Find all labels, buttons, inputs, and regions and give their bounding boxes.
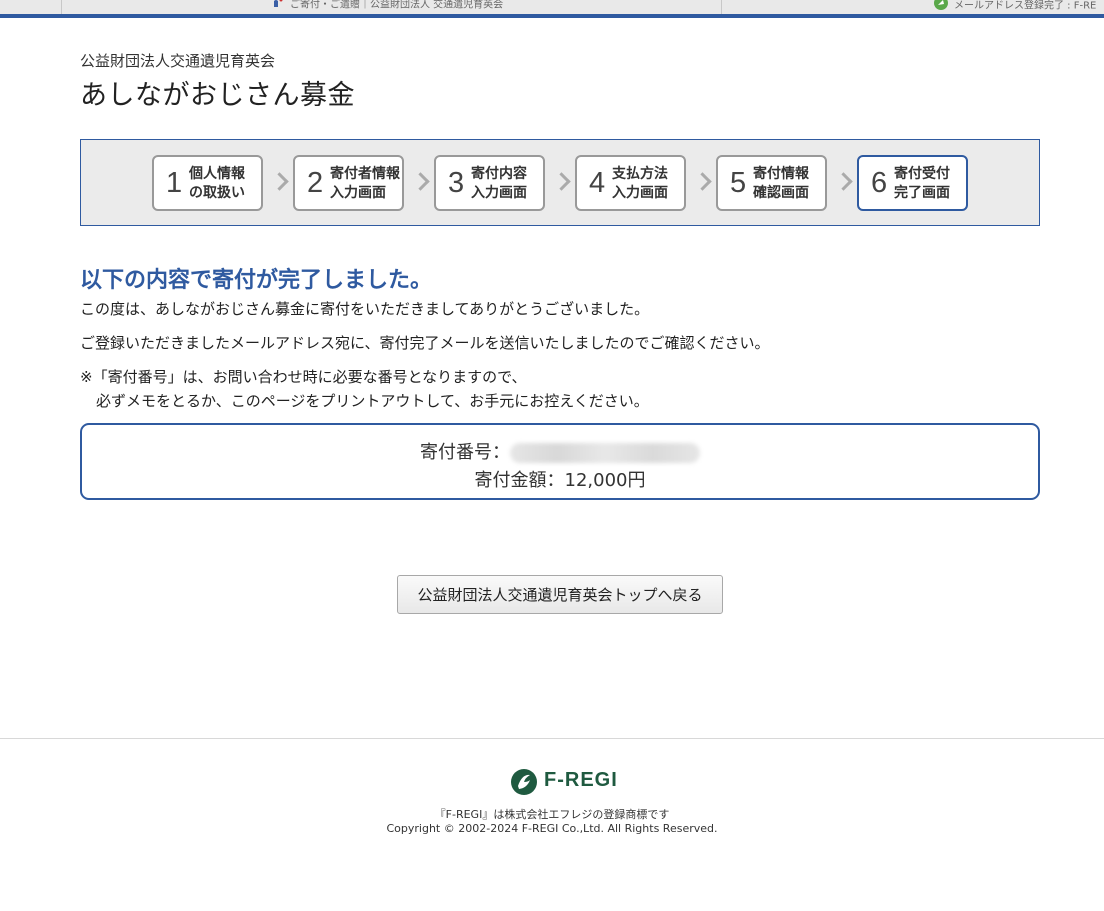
donation-amount: 寄付金額：12,000円	[474, 470, 646, 491]
step-number: 4	[589, 167, 606, 199]
fregi-logo-text: F-REGI	[544, 769, 618, 791]
completion-heading: 以下の内容で寄付が完了しました。	[80, 268, 433, 293]
fregi-leaf-icon	[934, 0, 948, 10]
page-title: あしながおじさん募金	[80, 80, 355, 111]
org-name: 公益財団法人交通遺児育英会	[80, 52, 276, 70]
donation-number-row: 寄付番号：0000000000000	[82, 438, 1038, 464]
chevron-right-icon	[552, 172, 571, 191]
step-label: 支払方法 入力画面	[612, 166, 668, 201]
step-4: 4 支払方法 入力画面	[575, 155, 686, 211]
browser-tab-mail-title: メールアドレス登録完了 : F-RE	[954, 0, 1097, 11]
browser-tab-donation-title: ご寄付・ご遺贈｜公益財団法人 交通遺児育英会	[290, 0, 504, 10]
donation-summary-box: 寄付番号：0000000000000 寄付金額：12,000円	[80, 423, 1040, 500]
chevron-right-icon	[270, 172, 289, 191]
chevron-right-icon	[834, 172, 853, 191]
tab-separator	[721, 0, 722, 14]
back-to-top-button[interactable]: 公益財団法人交通遺児育英会トップへ戻る	[397, 575, 723, 614]
step-5: 5 寄付情報 確認画面	[716, 155, 827, 211]
step-1: 1 個人情報 の取扱い	[152, 155, 263, 211]
step-label: 寄付内容 入力画面	[471, 166, 527, 201]
donation-number-label: 寄付番号：	[420, 442, 510, 463]
browser-tab-strip: ご寄付・ご遺贈｜公益財団法人 交通遺児育英会 メールアドレス登録完了 : F-R…	[0, 0, 1104, 18]
step-label: 寄付受付 完了画面	[894, 166, 950, 201]
progress-steps: 1 個人情報 の取扱い 2 寄付者情報 入力画面 3 寄付内容 入力画面 4 支払方法…	[80, 139, 1040, 226]
step-label: 寄付者情報 入力画面	[330, 166, 400, 201]
step-number: 1	[166, 167, 183, 199]
chevron-right-icon	[411, 172, 430, 191]
trademark-text: 『F-REGI』は株式会社エフレジの登録商標です	[434, 808, 670, 821]
step-2: 2 寄付者情報 入力画面	[293, 155, 404, 211]
person-icon	[272, 0, 284, 10]
browser-tab-mail[interactable]: メールアドレス登録完了 : F-RE	[934, 0, 1096, 10]
step-number: 2	[307, 167, 324, 199]
browser-tab-donation[interactable]: ご寄付・ご遺贈｜公益財団法人 交通遺児育英会	[272, 0, 503, 10]
step-number: 6	[871, 167, 888, 199]
step-label: 寄付情報 確認画面	[753, 166, 809, 201]
step-3: 3 寄付内容 入力画面	[434, 155, 545, 211]
step-number: 5	[730, 167, 747, 199]
email-notice-text: ご登録いただきましたメールアドレス宛に、寄付完了メールを送信いたしましたのでご確…	[80, 334, 770, 352]
donation-number-note: ※「寄付番号」は、お問い合わせ時に必要な番号となりますので、	[80, 368, 527, 386]
chevron-right-icon	[693, 172, 712, 191]
tab-separator	[61, 0, 62, 14]
fregi-logo-icon	[511, 769, 537, 795]
copyright-text: Copyright © 2002-2024 F-REGI Co.,Ltd. Al…	[386, 822, 718, 835]
step-6-current: 6 寄付受付 完了画面	[857, 155, 968, 211]
step-number: 3	[448, 167, 465, 199]
thanks-text: この度は、あしながおじさん募金に寄付をいただきましてありがとうございました。	[80, 300, 650, 318]
footer-divider	[0, 738, 1104, 739]
donation-number-note-2: 必ずメモをとるか、このページをプリントアウトして、お手元にお控えください。	[96, 392, 649, 410]
donation-number-redacted: 0000000000000	[510, 443, 700, 463]
step-label: 個人情報 の取扱い	[189, 166, 245, 201]
